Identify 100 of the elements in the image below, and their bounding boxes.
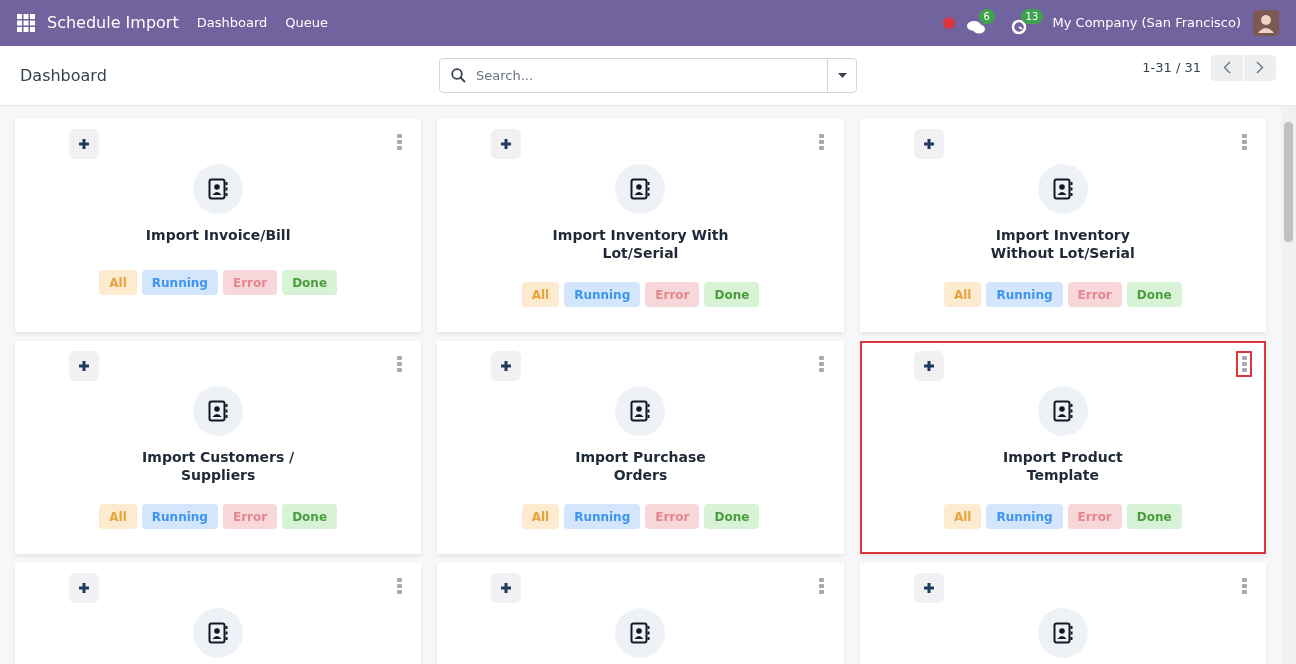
next-page-button[interactable] — [1244, 54, 1276, 81]
activities-count-badge: 13 — [1020, 9, 1044, 24]
pager-value: 1-31 / 31 — [1142, 58, 1201, 77]
address-book-icon — [1052, 622, 1073, 644]
scrollbar-track[interactable] — [1281, 106, 1296, 664]
plus-icon — [922, 582, 935, 594]
status-filter-button[interactable]: Running — [564, 504, 641, 529]
import-card[interactable]: Import Inventory Without Lot/Serial All Running Error Done — [859, 119, 1266, 332]
status-filter-button[interactable]: All — [943, 504, 982, 529]
status-filter-button[interactable]: All — [99, 504, 137, 529]
status-filter-button[interactable]: Running — [986, 504, 1063, 529]
card-title: Import Inventory With — [552, 226, 729, 244]
search-bar[interactable]: Search... — [439, 58, 857, 93]
status-filter-button[interactable]: Done — [282, 270, 338, 295]
status-filter-button[interactable]: Running — [141, 504, 218, 529]
add-button[interactable] — [491, 573, 522, 603]
add-button[interactable] — [913, 129, 944, 159]
card-title: Lot/Serial — [602, 244, 679, 262]
status-filter-button[interactable]: Error — [645, 282, 700, 307]
caret-icon — [837, 73, 847, 78]
add-button[interactable] — [69, 129, 99, 159]
vertical-dots-icon — [1241, 134, 1247, 150]
vertical-dots-icon — [396, 356, 402, 372]
vertical-dots-icon — [819, 134, 825, 150]
clock-icon — [1010, 19, 1027, 35]
more-options-button[interactable] — [1236, 351, 1252, 377]
previous-page-button[interactable] — [1211, 54, 1243, 81]
status-filter-button[interactable]: All — [99, 270, 137, 295]
address-book-icon — [630, 622, 651, 644]
breadcrumb: Dashboard — [20, 64, 108, 87]
add-button[interactable] — [491, 351, 522, 381]
app-grid-icon[interactable] — [17, 14, 35, 32]
address-book-icon — [1052, 178, 1073, 200]
status-filter-button[interactable]: Done — [704, 504, 760, 529]
vertical-dots-icon — [819, 356, 825, 372]
status-filter-button[interactable]: Done — [704, 282, 760, 307]
vertical-dots-icon — [1241, 356, 1247, 372]
plus-icon — [922, 138, 935, 150]
vertical-dots-icon — [396, 134, 402, 150]
import-card[interactable]: Import Invoice/Bill All Running Error Done — [15, 119, 422, 332]
plus-icon — [922, 360, 935, 372]
activities-button[interactable]: 13 — [1010, 11, 1043, 35]
vertical-dots-icon — [396, 578, 402, 594]
status-filter-button[interactable]: All — [521, 282, 560, 307]
card-title: Import Purchase — [575, 448, 706, 466]
scrollbar-thumb[interactable] — [1284, 122, 1293, 242]
messages-count-badge: 6 — [978, 9, 995, 24]
status-filter-button[interactable]: All — [943, 282, 982, 307]
status-filter-button[interactable]: Running — [141, 270, 218, 295]
import-card[interactable]: Import Customers / Suppliers All Running Error Done — [15, 341, 422, 554]
card-title: Suppliers — [180, 466, 256, 484]
card-title: Template — [1026, 466, 1099, 484]
import-card[interactable]: Import Purchase Orders All Running Error Done — [437, 341, 844, 554]
card-title: Import Product — [1003, 448, 1123, 466]
address-book-icon — [630, 178, 651, 200]
status-filter-button[interactable]: All — [521, 504, 560, 529]
status-filter-button[interactable]: Error — [222, 504, 278, 529]
chat-bubbles-icon — [966, 20, 985, 35]
vertical-dots-icon — [1241, 578, 1247, 594]
messages-button[interactable]: 6 — [966, 11, 993, 35]
search-field[interactable]: Search... — [476, 65, 827, 86]
status-filter-button[interactable]: Error — [645, 504, 700, 529]
add-button[interactable] — [491, 129, 522, 159]
card-title: Import Inventory — [995, 226, 1130, 244]
vertical-dots-icon — [819, 578, 825, 594]
user-avatar[interactable] — [1253, 10, 1279, 36]
plus-icon — [500, 138, 513, 150]
status-filter-button[interactable]: Running — [986, 282, 1063, 307]
add-button[interactable] — [69, 573, 99, 603]
card-title: Orders — [613, 466, 668, 484]
search-icon — [451, 68, 466, 83]
status-filter-button[interactable]: Done — [282, 504, 338, 529]
card-title: Without Lot/Serial — [990, 244, 1135, 262]
status-filter-button[interactable]: Done — [1126, 504, 1182, 529]
add-button[interactable] — [69, 351, 99, 381]
status-filter-button[interactable]: Done — [1126, 282, 1182, 307]
address-book-icon — [630, 400, 651, 422]
plus-icon — [78, 138, 90, 150]
status-filter-button[interactable]: Error — [1067, 282, 1122, 307]
status-filter-button[interactable]: Error — [1067, 504, 1122, 529]
import-card[interactable]: Import Product Template All Running Error Done — [859, 341, 1266, 554]
nav-menu-link[interactable]: Queue — [285, 13, 328, 33]
add-button[interactable] — [913, 573, 944, 603]
import-card[interactable]: Import Inventory With Lot/Serial All Running Error Done — [437, 119, 844, 332]
chevron-right-icon — [1256, 61, 1264, 74]
app-name: Schedule Import — [47, 12, 179, 34]
status-filter-button[interactable]: Error — [222, 270, 278, 295]
person-silhouette-icon — [1257, 13, 1275, 33]
status-filter-button[interactable]: Running — [564, 282, 641, 307]
address-book-icon — [208, 622, 229, 644]
card-title: Import Invoice/Bill — [145, 226, 291, 244]
plus-icon — [500, 582, 513, 594]
company-name[interactable]: My Company (San Francisco) — [1052, 13, 1241, 33]
address-book-icon — [208, 178, 229, 200]
chevron-left-icon — [1223, 61, 1231, 74]
plus-icon — [78, 582, 90, 594]
nav-menu-link[interactable]: Dashboard — [196, 13, 268, 33]
add-button[interactable] — [913, 351, 944, 381]
address-book-icon — [1052, 400, 1073, 422]
plus-icon — [500, 360, 513, 372]
